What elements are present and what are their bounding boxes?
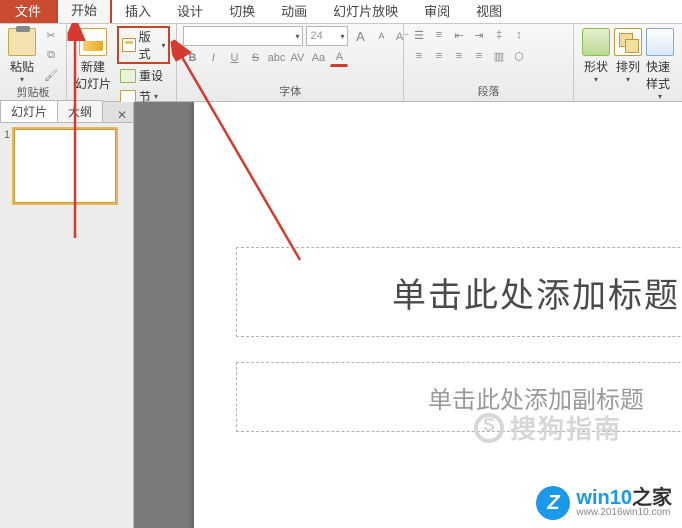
paste-button[interactable]: 粘贴 ▾ bbox=[6, 26, 38, 84]
quick-styles-button[interactable]: 快速样式 ▾ bbox=[644, 26, 676, 101]
menu-tabs: 文件 开始 插入 设计 切换 动画 幻灯片放映 审阅 视图 bbox=[0, 0, 682, 24]
arrange-icon bbox=[614, 28, 642, 56]
outline-panel-tab[interactable]: 大纲 bbox=[57, 100, 103, 122]
spacing-button[interactable]: AV bbox=[288, 49, 306, 67]
workspace: 幻灯片 大纲 ✕ 1 单击此处添加标题 单击此处添加副标题 bbox=[0, 102, 682, 528]
tab-design[interactable]: 设计 bbox=[164, 0, 216, 23]
subtitle-text: 单击此处添加副标题 bbox=[428, 380, 644, 415]
layout-button[interactable]: 版式 ▾ bbox=[117, 26, 170, 64]
win10-watermark: Z win10之家 www.2016win10.com bbox=[536, 486, 672, 520]
text-direction-button[interactable]: ↕ bbox=[510, 26, 528, 44]
group-drawing: 形状 ▾ 排列 ▾ 快速样式 ▾ 绘图 bbox=[574, 24, 682, 101]
tab-animations[interactable]: 动画 bbox=[268, 0, 320, 23]
chevron-down-icon: ▾ bbox=[626, 75, 630, 84]
case-button[interactable]: Aa bbox=[309, 49, 327, 67]
quick-styles-icon bbox=[646, 28, 674, 56]
format-painter-button[interactable]: 🖌 bbox=[42, 66, 60, 84]
new-slide-button[interactable]: 新建 幻灯片 bbox=[73, 26, 113, 92]
chevron-down-icon: ▾ bbox=[658, 92, 662, 101]
smartart-button[interactable]: ⬡ bbox=[510, 47, 528, 65]
font-color-button[interactable]: A bbox=[330, 49, 348, 67]
tab-transitions[interactable]: 切换 bbox=[216, 0, 268, 23]
panel-close-button[interactable]: ✕ bbox=[111, 108, 133, 122]
slide-canvas[interactable]: 单击此处添加标题 单击此处添加副标题 bbox=[134, 102, 682, 528]
group-paragraph-label: 段落 bbox=[410, 83, 567, 101]
title-text: 单击此处添加标题 bbox=[392, 268, 680, 317]
title-placeholder[interactable]: 单击此处添加标题 bbox=[236, 247, 682, 337]
group-font: ▾ 24▾ A A A⁻ B I U S abc AV Aa A 字体 bbox=[177, 24, 404, 101]
shadow-button[interactable]: abc bbox=[267, 49, 285, 67]
layout-icon bbox=[122, 38, 136, 52]
shapes-button[interactable]: 形状 ▾ bbox=[580, 26, 612, 84]
slides-panel-tab[interactable]: 幻灯片 bbox=[0, 100, 58, 122]
win10-logo-icon: Z bbox=[536, 486, 570, 520]
italic-button[interactable]: I bbox=[204, 49, 222, 67]
reset-icon bbox=[120, 69, 136, 83]
shrink-font-button[interactable]: A bbox=[372, 27, 390, 45]
paste-label: 粘贴 bbox=[10, 58, 34, 75]
group-clipboard: 粘贴 ▾ ✂ ⧉ 🖌 剪贴板 bbox=[0, 24, 67, 101]
tab-view[interactable]: 视图 bbox=[463, 0, 515, 23]
align-right-button[interactable]: ≡ bbox=[450, 47, 468, 65]
align-center-button[interactable]: ≡ bbox=[430, 47, 448, 65]
new-slide-icon bbox=[79, 28, 107, 56]
tab-insert[interactable]: 插入 bbox=[112, 0, 164, 23]
tab-file[interactable]: 文件 bbox=[0, 0, 56, 23]
font-family-combo[interactable]: ▾ bbox=[183, 26, 303, 46]
thumb-number: 1 bbox=[4, 129, 10, 203]
group-paragraph: ☰ ≡ ⇤ ⇥ ‡ ↕ ≡ ≡ ≡ ≡ ▥ ⬡ 段落 bbox=[404, 24, 574, 101]
thumb-preview bbox=[14, 129, 116, 203]
indent-dec-button[interactable]: ⇤ bbox=[450, 26, 468, 44]
subtitle-placeholder[interactable]: 单击此处添加副标题 bbox=[236, 362, 682, 432]
chevron-down-icon: ▾ bbox=[161, 41, 165, 50]
underline-button[interactable]: U bbox=[225, 49, 243, 67]
columns-button[interactable]: ▥ bbox=[490, 47, 508, 65]
chevron-down-icon: ▾ bbox=[594, 75, 598, 84]
group-font-label: 字体 bbox=[183, 83, 397, 101]
numbering-button[interactable]: ≡ bbox=[430, 26, 448, 44]
align-left-button[interactable]: ≡ bbox=[410, 47, 428, 65]
line-spacing-button[interactable]: ‡ bbox=[490, 26, 508, 44]
reset-button[interactable]: 重设 bbox=[117, 66, 170, 85]
shapes-icon bbox=[582, 28, 610, 56]
tab-home[interactable]: 开始 bbox=[56, 0, 112, 23]
chevron-down-icon: ▾ bbox=[20, 75, 24, 84]
align-justify-button[interactable]: ≡ bbox=[470, 47, 488, 65]
bold-button[interactable]: B bbox=[183, 49, 201, 67]
arrange-button[interactable]: 排列 ▾ bbox=[612, 26, 644, 84]
indent-inc-button[interactable]: ⇥ bbox=[470, 26, 488, 44]
ribbon: 粘贴 ▾ ✂ ⧉ 🖌 剪贴板 新建 幻灯片 版式 ▾ bbox=[0, 24, 682, 102]
slide: 单击此处添加标题 单击此处添加副标题 bbox=[194, 102, 682, 528]
new-slide-label: 新建 幻灯片 bbox=[75, 58, 111, 92]
bullets-button[interactable]: ☰ bbox=[410, 26, 428, 44]
grow-font-button[interactable]: A bbox=[351, 27, 369, 45]
layout-label: 版式 bbox=[139, 28, 159, 62]
slide-panel: 幻灯片 大纲 ✕ 1 bbox=[0, 102, 134, 528]
group-slides: 新建 幻灯片 版式 ▾ 重设 节 ▾ 幻灯片 bbox=[67, 24, 177, 101]
copy-button[interactable]: ⧉ bbox=[42, 46, 60, 64]
tab-review[interactable]: 审阅 bbox=[411, 0, 463, 23]
tab-slideshow[interactable]: 幻灯片放映 bbox=[320, 0, 411, 23]
reset-label: 重设 bbox=[139, 67, 163, 84]
slide-thumbnail-1[interactable]: 1 bbox=[4, 129, 129, 203]
font-size-combo[interactable]: 24▾ bbox=[306, 26, 348, 46]
clipboard-icon bbox=[8, 28, 36, 56]
chevron-down-icon: ▾ bbox=[154, 92, 158, 101]
cut-button[interactable]: ✂ bbox=[42, 26, 60, 44]
strike-button[interactable]: S bbox=[246, 49, 264, 67]
